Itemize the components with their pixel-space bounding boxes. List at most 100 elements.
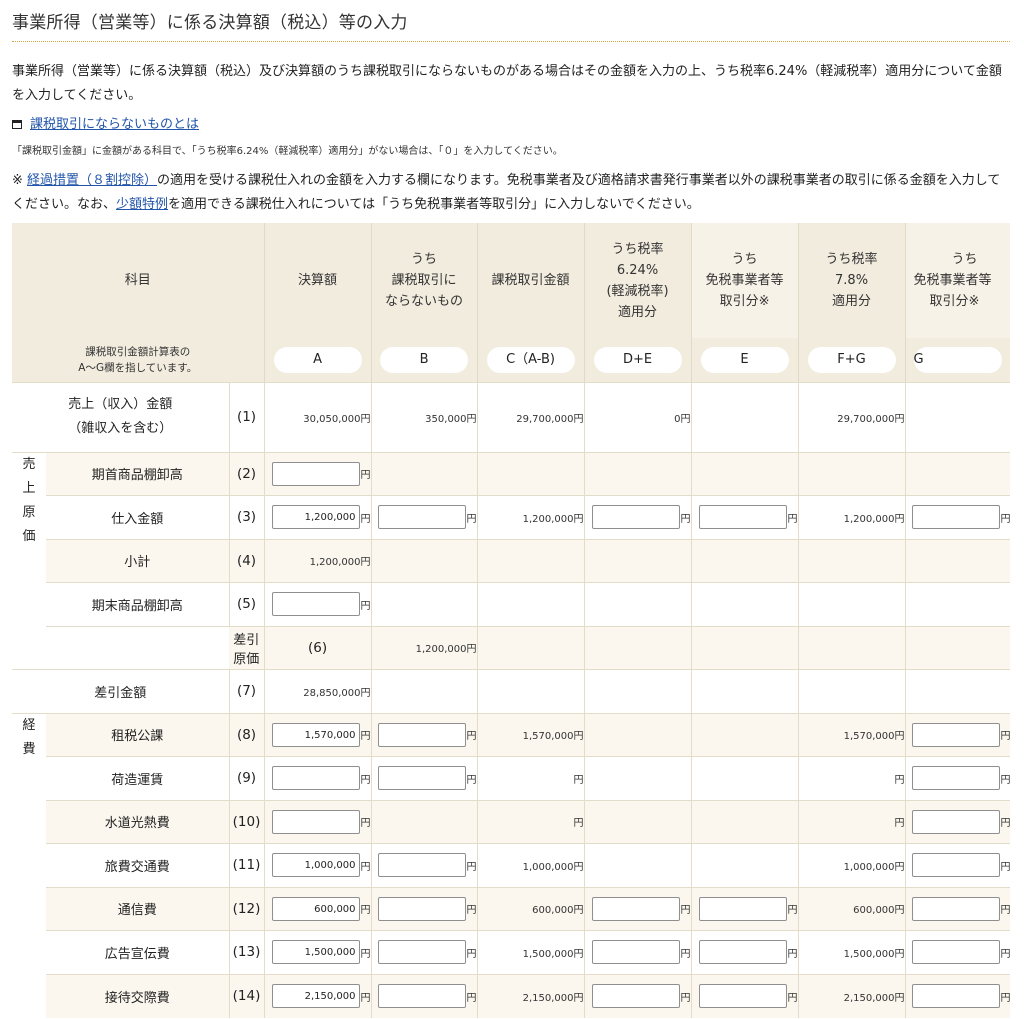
row-label: 期首商品棚卸高: [46, 451, 229, 496]
cell-e: 円: [690, 886, 799, 931]
row-label: 水道光熱費: [46, 799, 229, 844]
yen-unit: 円: [360, 513, 371, 525]
cell-e: [690, 799, 799, 844]
amount-input[interactable]: [911, 896, 1000, 921]
cell-e: [690, 582, 799, 626]
calc-table: 科目 決算額 うち 課税取引に ならないもの 課税取引金額 うち税率 6.24%…: [12, 223, 1010, 1018]
col-fg-pill: F+G: [807, 346, 896, 373]
amount-input[interactable]: 600,000: [271, 896, 360, 921]
yen-unit: 円: [466, 861, 477, 873]
nontaxable-link-line: 課税取引にならないものとは: [12, 113, 199, 132]
cell-de: [690, 625, 799, 670]
amount-input[interactable]: [698, 940, 787, 965]
row-number: (10): [228, 799, 265, 844]
amount-input[interactable]: [377, 984, 466, 1008]
group-char: 売: [22, 456, 36, 472]
cell-fg: [797, 582, 906, 626]
amount-input[interactable]: [591, 505, 680, 530]
amount-input[interactable]: [698, 896, 787, 921]
cell-e: [690, 381, 799, 452]
amount-input[interactable]: [911, 940, 1000, 965]
amount-input[interactable]: [377, 722, 466, 747]
amount-input[interactable]: [591, 940, 680, 965]
amount-input[interactable]: [911, 853, 1000, 878]
col-de-pill: D+E: [593, 346, 682, 373]
col-a-label: 決算額: [298, 273, 338, 288]
cell-c: 1,500,000円: [476, 930, 585, 974]
zero-input-note: 「課税取引金額」に金額がある科目で、「うち税率6.24%（軽減税率）適用分」がな…: [12, 146, 563, 157]
amount-input[interactable]: [911, 505, 1000, 530]
amount-input[interactable]: [377, 896, 466, 921]
table-row: 差引金額 (7) 28,850,000円: [12, 669, 1010, 713]
amount-input[interactable]: [591, 896, 680, 921]
amount-input[interactable]: [271, 766, 360, 791]
cell-a: 円: [263, 756, 372, 800]
col-c-label: 課税取引金額: [491, 273, 570, 288]
col-e-header: うち 免税事業者等 取引分※: [690, 223, 799, 338]
cell-g: 円: [904, 930, 1010, 974]
table-row: 水道光熱費 (10) 円 円 円 円: [12, 799, 1010, 844]
cell-a: 28,850,000円: [263, 669, 372, 713]
cell-a: 30,050,000円: [263, 381, 372, 452]
nontaxable-link[interactable]: 課税取引にならないものとは: [30, 117, 199, 132]
cell-c: 円: [476, 799, 585, 844]
cell-c: [476, 538, 585, 583]
yen-unit: 円: [360, 948, 371, 960]
col-fg-pill-cell: F+G: [797, 338, 906, 382]
col-de-label-1: うち税率: [611, 241, 664, 257]
cell-e: [690, 669, 799, 713]
row-number: (9): [228, 756, 265, 800]
amount-input[interactable]: 2,150,000: [271, 984, 360, 1008]
col-b-pill: B: [380, 346, 469, 373]
row-number: (5): [228, 582, 265, 626]
cell-c: [476, 451, 585, 496]
amount-input[interactable]: [698, 984, 787, 1008]
small-amount-exception-link[interactable]: 少額特例: [116, 197, 168, 212]
cell-de: [583, 712, 692, 757]
col-de-pill-cell: D+E: [583, 338, 692, 382]
col-b-pill-cell: B: [370, 338, 478, 382]
row-label-line2: （雑収入を含む）: [68, 421, 173, 436]
table-row: 経 費 租税公課 (8) 1,570,000 円 円 1,570,000円 1,5…: [12, 712, 1010, 1018]
yen-unit: 円: [360, 731, 371, 743]
amount-input[interactable]: [271, 809, 360, 834]
amount-input[interactable]: [377, 940, 466, 965]
cell-de: [583, 843, 692, 887]
col-g-label-1: うち: [951, 252, 978, 267]
cell-fg: 1,570,000円: [797, 712, 906, 757]
amount-input[interactable]: [911, 809, 1000, 834]
amount-input[interactable]: [591, 984, 680, 1008]
row-number: (12): [228, 886, 265, 931]
amount-input[interactable]: [271, 461, 360, 486]
cell-de: 円: [583, 495, 692, 539]
cell-a: 1,500,000 円: [263, 930, 372, 974]
amount-input[interactable]: 1,200,000: [271, 505, 360, 530]
amount-input[interactable]: [271, 592, 360, 617]
amount-input[interactable]: [377, 766, 466, 791]
amount-input[interactable]: [911, 984, 1000, 1008]
cell-a: 1,200,000円: [263, 538, 372, 583]
row-number: (14): [228, 973, 265, 1018]
amount-input[interactable]: [377, 505, 466, 530]
group-char: 原: [22, 504, 36, 520]
cell-e: [690, 538, 799, 583]
yen-unit: 円: [787, 992, 798, 1004]
amount-input[interactable]: [911, 766, 1000, 791]
amount-input[interactable]: 1,000,000: [271, 853, 360, 878]
row-label-line1: 売上（収入）金額: [68, 397, 173, 412]
amount-input[interactable]: 1,500,000: [271, 940, 360, 965]
cell-g: 円: [904, 756, 1010, 800]
subject-note-1: 課税取引金額計算表の: [85, 345, 191, 358]
amount-input[interactable]: 1,570,000: [271, 722, 360, 747]
cell-g: [904, 669, 1010, 713]
col-fg-label-2: 7.8%: [835, 273, 869, 288]
amount-input[interactable]: [698, 505, 787, 530]
amount-input[interactable]: [911, 722, 1000, 747]
col-b-label-1: うち: [411, 252, 438, 267]
amount-input[interactable]: [377, 853, 466, 878]
transitional-measure-link[interactable]: 経過措置（８割控除）: [27, 173, 157, 188]
table-row: 接待交際費 (14) 2,150,000 円 円 2,150,000円 円 円 2…: [12, 973, 1010, 1018]
col-c-pill: C（A-B): [486, 346, 575, 373]
cell-e: [690, 756, 799, 800]
cell-b: 円: [370, 756, 478, 800]
